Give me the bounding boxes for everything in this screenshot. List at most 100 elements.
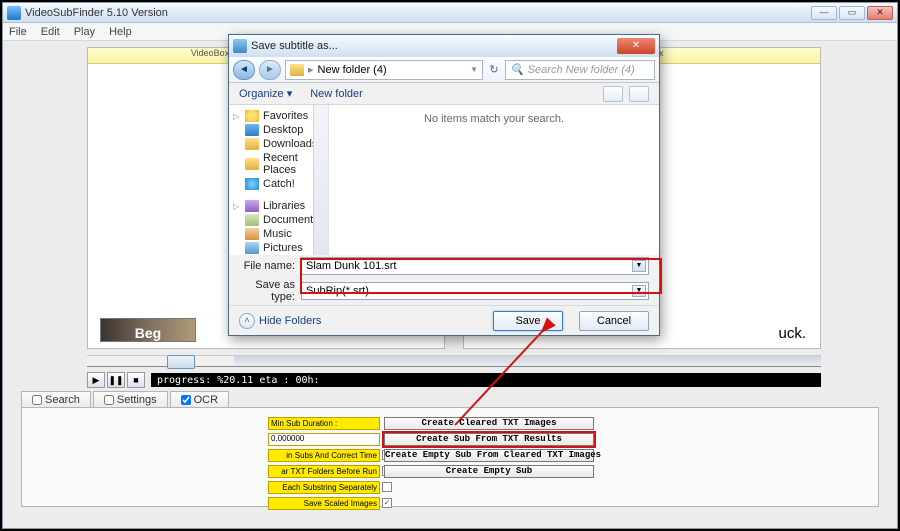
transport-controls: ▶ ❚❚ ■ progress: %20.11 eta : 00h: — [87, 371, 821, 389]
dialog-close-button[interactable]: ✕ — [617, 38, 655, 54]
documents-icon — [245, 214, 259, 226]
libraries-icon — [245, 200, 259, 212]
recent-icon — [245, 158, 259, 170]
stop-button[interactable]: ■ — [127, 372, 145, 388]
tab-settings-label: Settings — [117, 394, 157, 406]
dialog-title: Save subtitle as... — [251, 40, 617, 52]
tab-ocr-checkbox[interactable] — [181, 395, 191, 405]
filename-dropdown-icon[interactable]: ▼ — [632, 260, 646, 272]
tab-ocr[interactable]: OCR — [170, 391, 229, 408]
view-options-button[interactable] — [603, 86, 623, 102]
sidebar-documents[interactable]: Documents — [231, 213, 326, 227]
breadcrumb-bar[interactable]: ▸ New folder (4) ▼ — [285, 60, 483, 80]
new-folder-button[interactable]: New folder — [310, 88, 363, 100]
create-empty-sub-from-cleared-button[interactable]: Create Empty Sub From Cleared TXT Images — [384, 449, 594, 462]
tab-search-checkbox[interactable] — [32, 395, 42, 405]
filename-label: File name: — [239, 260, 295, 272]
sidebar-music[interactable]: Music — [231, 227, 326, 241]
dialog-toolbar: Organize ▾ New folder — [229, 83, 659, 105]
music-label: Music — [263, 228, 292, 240]
tab-search[interactable]: Search — [21, 391, 91, 408]
dialog-icon — [233, 39, 247, 53]
each-substring-checkbox[interactable] — [382, 482, 392, 492]
save-button[interactable]: Save — [493, 311, 563, 331]
filetype-dropdown-icon[interactable]: ▼ — [632, 285, 646, 297]
empty-message: No items match your search. — [424, 113, 564, 125]
slider-handle[interactable] — [167, 355, 195, 369]
slider-track — [234, 356, 821, 366]
sidebar-catch[interactable]: Catch! — [231, 177, 326, 191]
ocr-panel: Min Sub Duration : Create Cleared TXT Im… — [21, 407, 879, 507]
close-button[interactable]: ✕ — [867, 6, 893, 20]
nav-forward-button[interactable]: ► — [259, 60, 281, 80]
libraries-label: Libraries — [263, 200, 305, 212]
tab-settings[interactable]: Settings — [93, 391, 168, 408]
video-frame-overlay: Beg — [100, 318, 196, 342]
sidebar-desktop[interactable]: Desktop — [231, 123, 326, 137]
documents-label: Documents — [263, 214, 319, 226]
chevron-up-icon: ˄ — [239, 313, 255, 329]
menu-file[interactable]: File — [9, 26, 27, 38]
sidebar-recent[interactable]: Recent Places — [231, 151, 326, 177]
refresh-icon[interactable]: ↻ — [487, 63, 501, 76]
downloads-icon — [245, 138, 259, 150]
join-subs-label: in Subs And Correct Time — [268, 449, 380, 462]
breadcrumb-text: New folder (4) — [318, 64, 387, 76]
organize-button[interactable]: Organize ▾ — [239, 87, 292, 100]
favorites-label: Favorites — [263, 110, 308, 122]
sidebar-downloads[interactable]: Downloads — [231, 137, 326, 151]
app-title: VideoSubFinder 5.10 Version — [25, 7, 811, 19]
window-buttons: — ▭ ✕ — [811, 6, 893, 20]
minimize-button[interactable]: — — [811, 6, 837, 20]
dialog-titlebar: Save subtitle as... ✕ — [229, 35, 659, 57]
menu-edit[interactable]: Edit — [41, 26, 60, 38]
maximize-button[interactable]: ▭ — [839, 6, 865, 20]
music-icon — [245, 228, 259, 240]
filetype-row: Save as type: SubRip(*.srt)▼ — [229, 277, 659, 305]
search-field[interactable]: 🔍 Search New folder (4) — [505, 60, 655, 80]
filetype-select[interactable]: SubRip(*.srt)▼ — [301, 282, 649, 300]
app-icon — [7, 6, 21, 20]
pause-button[interactable]: ❚❚ — [107, 372, 125, 388]
tabstrip: Search Settings OCR — [21, 391, 229, 408]
tab-settings-checkbox[interactable] — [104, 395, 114, 405]
folder-icon — [290, 64, 304, 76]
tab-ocr-label: OCR — [194, 394, 218, 406]
filetype-label: Save as type: — [239, 279, 295, 303]
nav-back-button[interactable]: ◄ — [233, 60, 255, 80]
hide-folders-toggle[interactable]: ˄ Hide Folders — [239, 313, 321, 329]
filename-row: File name: Slam Dunk 101.srt▼ — [229, 255, 659, 277]
pictures-label: Pictures — [263, 242, 303, 254]
catch-label: Catch! — [263, 178, 295, 190]
min-sub-duration-value[interactable]: 0.000000 — [268, 433, 380, 446]
sidebar-libraries[interactable]: ▷Libraries — [231, 199, 326, 213]
cancel-button[interactable]: Cancel — [579, 311, 649, 331]
menu-help[interactable]: Help — [109, 26, 132, 38]
sidebar-favorites[interactable]: ▷Favorites — [231, 109, 326, 123]
star-icon — [245, 110, 259, 122]
sidebar-scrollbar[interactable] — [313, 105, 328, 255]
menu-play[interactable]: Play — [74, 26, 95, 38]
sidebar-pictures[interactable]: Pictures — [231, 241, 326, 255]
each-substring-label: Each Substring Separately — [268, 481, 380, 494]
create-cleared-txt-images-button[interactable]: Create Cleared TXT Images — [384, 417, 594, 430]
dialog-body: ▷Favorites Desktop Downloads Recent Plac… — [229, 105, 659, 255]
help-button[interactable] — [629, 86, 649, 102]
seek-slider[interactable] — [87, 355, 821, 367]
titlebar: VideoSubFinder 5.10 Version — ▭ ✕ — [3, 3, 897, 23]
save-scaled-images-checkbox[interactable]: ✓ — [382, 498, 392, 508]
play-button[interactable]: ▶ — [87, 372, 105, 388]
image-box-text: uck. — [778, 325, 806, 342]
min-sub-duration-label: Min Sub Duration : — [268, 417, 380, 430]
hide-folders-label: Hide Folders — [259, 315, 321, 327]
file-list-area: No items match your search. — [329, 105, 659, 255]
create-sub-from-txt-results-button[interactable]: Create Sub From TXT Results — [384, 433, 594, 446]
search-placeholder: Search New folder (4) — [528, 64, 635, 76]
create-empty-sub-button[interactable]: Create Empty Sub — [384, 465, 594, 478]
dialog-navbar: ◄ ► ▸ New folder (4) ▼ ↻ 🔍 Search New fo… — [229, 57, 659, 83]
pictures-icon — [245, 242, 259, 254]
dialog-footer: ˄ Hide Folders Save Cancel — [229, 305, 659, 335]
downloads-label: Downloads — [263, 138, 317, 150]
search-icon: 🔍 — [510, 63, 524, 76]
filename-input[interactable]: Slam Dunk 101.srt▼ — [301, 257, 649, 275]
